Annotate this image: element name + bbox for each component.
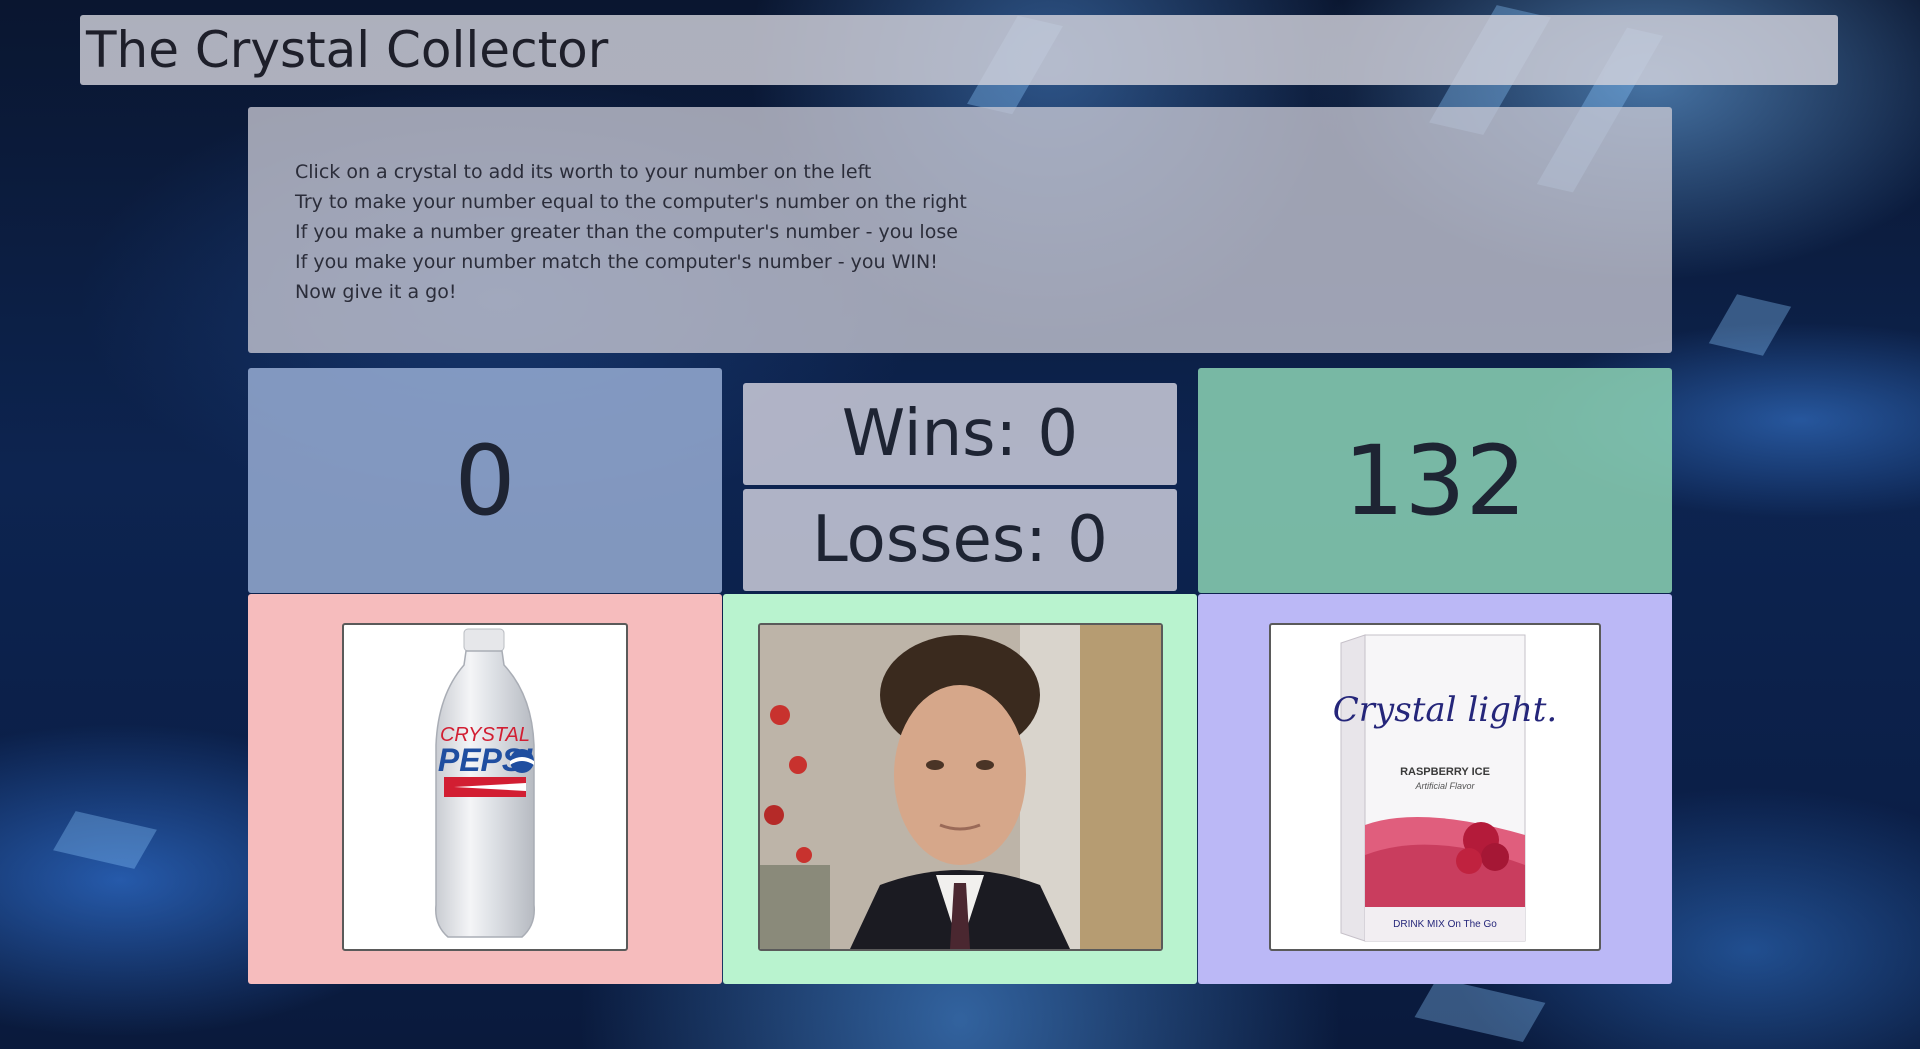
bg-crystal-shard <box>1414 977 1546 1043</box>
billy-crystal-button[interactable] <box>758 623 1163 951</box>
crystal-light-footer: DRINK MIX On The Go <box>1393 919 1497 930</box>
instruction-line: Now give it a go! <box>295 281 457 303</box>
instruction-line: If you make a number greater than the co… <box>295 221 958 243</box>
instruction-line: Click on a crystal to add its worth to y… <box>295 161 872 183</box>
crystal-light-box-icon: Crystal light. RASPBERRY ICE Artificial … <box>1333 634 1557 942</box>
bg-crystal-shard <box>53 811 157 869</box>
wins-counter: Wins: 0 <box>743 383 1177 485</box>
target-number: 132 <box>1343 424 1527 537</box>
target-number-panel: 132 <box>1198 368 1672 593</box>
instructions-panel: Click on a crystal to add its worth to y… <box>248 107 1672 353</box>
crystal-light-sub: Artificial Flavor <box>1414 781 1475 791</box>
crystal-panel-2 <box>723 594 1197 984</box>
losses-counter: Losses: 0 <box>743 489 1177 591</box>
billy-crystal-portrait-icon <box>760 625 1161 949</box>
title-bar: The Crystal Collector <box>80 15 1838 85</box>
instructions-list: Click on a crystal to add its worth to y… <box>295 157 967 307</box>
bg-crystal-shard <box>1708 294 1792 356</box>
instruction-line: Try to make your number equal to the com… <box>295 191 967 213</box>
instruction-line: If you make your number match the comput… <box>295 251 938 273</box>
crystal-panel-1: CRYSTAL PEPSI <box>248 594 722 984</box>
crystal-panel-3: Crystal light. RASPBERRY ICE Artificial … <box>1198 594 1672 984</box>
your-number: 0 <box>454 424 516 537</box>
crystal-light-flavor: RASPBERRY ICE <box>1400 766 1490 778</box>
crystal-light-button[interactable]: Crystal light. RASPBERRY ICE Artificial … <box>1269 623 1601 951</box>
crystal-light-brand: Crystal light. <box>1333 690 1557 730</box>
crystal-pepsi-bottle-icon: CRYSTAL PEPSI <box>435 628 535 938</box>
crystal-pepsi-button[interactable]: CRYSTAL PEPSI <box>342 623 628 951</box>
page-title: The Crystal Collector <box>86 21 609 79</box>
your-number-panel: 0 <box>248 368 722 593</box>
